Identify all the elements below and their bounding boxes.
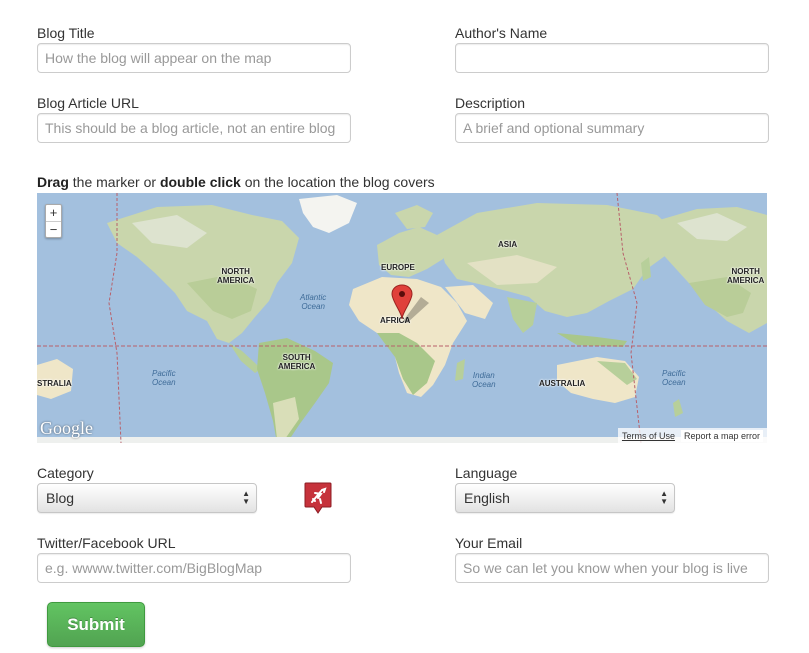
social-url-label: Twitter/Facebook URL — [37, 535, 176, 551]
blog-title-input[interactable] — [37, 43, 351, 73]
language-select[interactable]: English ▲ ▼ — [455, 483, 675, 513]
label-asia: ASIA — [498, 240, 518, 249]
location-marker-icon[interactable] — [391, 283, 431, 325]
category-select[interactable]: Blog ▲ ▼ — [37, 483, 257, 513]
zoom-in-button[interactable]: + — [46, 205, 61, 221]
plane-marker-icon — [304, 482, 332, 514]
submit-button[interactable]: Submit — [47, 602, 145, 647]
label-europe: EUROPE — [381, 263, 415, 272]
article-url-label: Blog Article URL — [37, 95, 139, 111]
social-url-input[interactable] — [37, 553, 351, 583]
map-footer: Terms of Use Report a map error — [617, 428, 767, 443]
label-atlantic-ocean: Atlantic Ocean — [300, 293, 327, 311]
description-label: Description — [455, 95, 526, 111]
map-instruction-drag: Drag — [37, 174, 69, 190]
label-pacific-ocean-right: Pacific Ocean — [662, 369, 686, 387]
select-arrows-icon: ▲ ▼ — [660, 489, 668, 506]
author-name-label: Author's Name — [455, 25, 548, 41]
label-australia-left: STRALIA — [37, 379, 72, 388]
author-name-input[interactable] — [455, 43, 769, 73]
label-south-america: SOUTH AMERICA — [278, 353, 316, 371]
label-pacific-ocean-left: Pacific Ocean — [152, 369, 176, 387]
description-input[interactable] — [455, 113, 769, 143]
blog-title-label: Blog Title — [37, 25, 95, 41]
category-label: Category — [37, 465, 94, 481]
select-arrows-icon: ▲ ▼ — [242, 489, 250, 506]
label-australia-right: AUSTRALIA — [539, 379, 586, 388]
map-instruction: Drag the marker or double click on the l… — [37, 174, 435, 190]
article-url-input[interactable] — [37, 113, 351, 143]
terms-of-use-link[interactable]: Terms of Use — [622, 431, 675, 441]
category-select-value: Blog — [46, 490, 75, 506]
label-north-america-left: NORTH AMERICA — [217, 267, 255, 285]
location-map[interactable]: NORTH AMERICA NORTH AMERICA SOUTH AMERIC… — [37, 193, 767, 443]
map-instruction-text1: the marker or — [68, 174, 160, 190]
zoom-out-button[interactable]: − — [46, 221, 61, 237]
language-label: Language — [455, 465, 518, 481]
email-input[interactable] — [455, 553, 769, 583]
label-indian-ocean: Indian Ocean — [472, 371, 496, 389]
language-select-value: English — [464, 490, 510, 506]
email-label: Your Email — [455, 535, 523, 551]
map-instruction-double-click: double click — [159, 174, 241, 190]
label-north-america-right: NORTH AMERICA — [727, 267, 765, 285]
report-map-error-link[interactable]: Report a map error — [680, 429, 763, 442]
map-instruction-text2: on the location the blog covers — [240, 174, 435, 190]
map-zoom-control: + − — [45, 204, 62, 238]
google-logo: Google — [40, 418, 93, 438]
